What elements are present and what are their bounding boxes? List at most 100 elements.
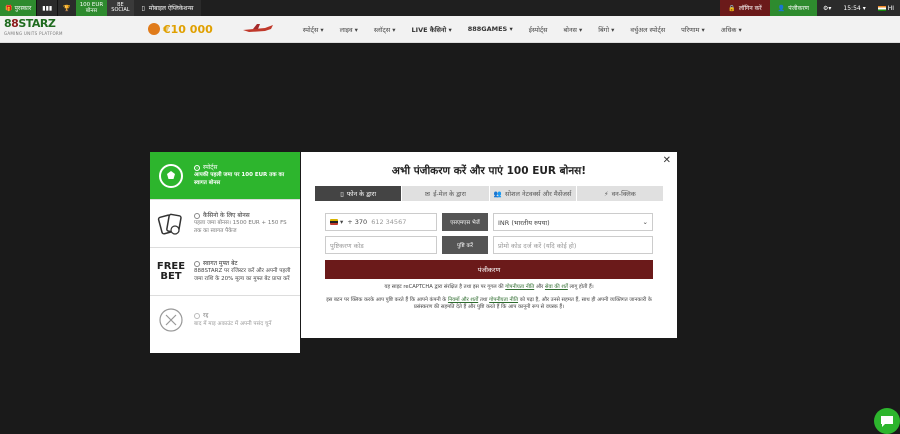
tab-label: फोन के द्वारा: [346, 190, 377, 198]
users-icon: 👥: [493, 189, 503, 198]
user-plus-icon: 👤: [777, 4, 786, 12]
recaptcha-notice: यह साइट reCAPTCHA द्वारा संरक्षित है तथा…: [384, 284, 594, 290]
pumpkin-icon: [148, 23, 160, 35]
radio-freebet[interactable]: [194, 260, 200, 267]
bar-chart-icon: ▮▮▮: [42, 4, 53, 12]
phone-input[interactable]: ▾ + 370 612 34567: [325, 213, 437, 231]
mobile-apps-button[interactable]: ▯ मोबाइल ऐप्लिकेशन्स: [133, 0, 202, 16]
chat-bubble-icon: [881, 416, 893, 427]
promo-code-input[interactable]: प्रोमो कोड दर्ज करें (यदि कोई हो): [493, 236, 653, 254]
confirm-button[interactable]: पुष्टि करें: [442, 236, 488, 254]
language-selector[interactable]: HI: [871, 0, 900, 16]
option-desc: बाद में माइ अकाउंट में अपनी पसंद चुनें: [194, 320, 272, 327]
radio-cancel[interactable]: [194, 312, 200, 319]
lightning-icon: ⚡: [603, 189, 609, 198]
chevron-down-icon: ⌄: [642, 218, 648, 226]
main-nav: 88STARZ GAMING UNITS PLATFORM €10 000 स्…: [0, 16, 900, 43]
soccer-ball-icon: [156, 161, 186, 191]
tab-label: ई-मेल के द्वारा: [433, 190, 466, 198]
airplane-icon[interactable]: [241, 23, 275, 35]
bonus-label: पुरस्कार: [14, 5, 32, 12]
register-button[interactable]: 👤 पंजीकरण: [769, 0, 818, 16]
freebet-line2: BET: [160, 270, 182, 282]
privacy-link-2[interactable]: गोपनीयता नीति: [489, 297, 518, 303]
code-row: पुष्टिकरण कोड पुष्टि करें प्रोमो कोड दर्…: [325, 236, 653, 254]
mobile-phone-icon: ▯: [141, 4, 145, 12]
nav-item[interactable]: स्पोर्ट्स ▾: [295, 25, 332, 34]
nav-item[interactable]: परिणाम ▾: [673, 25, 713, 34]
nav-item[interactable]: वर्चुअल स्पोर्ट्स: [622, 25, 673, 34]
currency-value: INR (भारतीय रुपया): [498, 218, 550, 227]
settings-button[interactable]: ⚙▾: [817, 0, 838, 16]
country-flag-icon: [330, 219, 338, 225]
consent-notice: इस बटन पर क्लिक करके आप पुष्टि करते हैं …: [326, 297, 652, 310]
terms-conditions-link[interactable]: नियमों और शर्तों: [448, 297, 478, 303]
chat-button[interactable]: [874, 408, 900, 434]
trophy-button[interactable]: 🏆: [57, 0, 76, 16]
time-display[interactable]: 15:54 ▾: [837, 0, 872, 16]
site-logo[interactable]: 88STARZ GAMING UNITS PLATFORM: [4, 18, 68, 39]
tab-phone[interactable]: ▯ फोन के द्वारा: [315, 186, 403, 201]
option-title: स्पोर्ट्स: [203, 163, 218, 171]
bonus-option-cancel[interactable]: रद्द बाद में माइ अकाउंट में अपनी पसंद चु…: [150, 296, 300, 344]
flag-icon: [877, 5, 886, 11]
social-line2: SOCIAL: [111, 7, 130, 13]
option-title: रद्द: [203, 312, 209, 319]
nav-item[interactable]: स्लॉट्स ▾: [366, 25, 404, 34]
terms-of-service-link[interactable]: सेवा की शर्तें: [545, 284, 568, 290]
option-desc: आपकी पहली जमा पर 100 EUR तक का स्वागत बो…: [194, 172, 285, 186]
registration-tabs: ▯ फोन के द्वारा ✉ ई-मेल के द्वारा 👥 सोशल…: [315, 186, 663, 201]
social-button[interactable]: BE SOCIAL: [107, 0, 134, 16]
trophy-icon: 🏆: [63, 4, 71, 12]
bonus-option-sports[interactable]: स्पोर्ट्स आपकी पहली जमा पर 100 EUR तक का…: [150, 152, 300, 200]
phone-code: + 370: [347, 218, 368, 226]
login-label: लॉगिन करें: [738, 5, 762, 12]
nav-item[interactable]: बोनस ▾: [556, 25, 591, 34]
chevron-down-icon: ▾: [862, 4, 866, 12]
tab-social[interactable]: 👥 सोशल नेटवर्क्स और मैसेंजर्स: [489, 186, 577, 201]
logo-tagline: GAMING UNITS PLATFORM: [4, 31, 63, 36]
option-desc: पहला जमा बोनस। 1500 EUR + 150 FS तक का स…: [194, 220, 287, 234]
currency-select[interactable]: INR (भारतीय रुपया) ⌄: [493, 213, 653, 231]
lock-icon: 🔒: [728, 4, 736, 12]
money-bonus-button[interactable]: 100 EUR बोनस: [75, 0, 108, 16]
stats-button[interactable]: ▮▮▮: [36, 0, 58, 16]
promo-amount: €10 000: [163, 22, 213, 36]
tab-label: वन-क्लिक: [611, 190, 636, 198]
free-bet-icon: FREE BET: [156, 257, 186, 287]
register-label: पंजीकरण: [788, 5, 810, 12]
register-submit-button[interactable]: पंजीकरण: [325, 260, 653, 279]
send-sms-button[interactable]: एसएमएस भेजें: [442, 213, 488, 231]
language-label: HI: [887, 4, 894, 12]
bonus-button[interactable]: 🎁 पुरस्कार: [0, 0, 37, 16]
option-desc: 888STARZ पर रजिस्टर करें और अपनी पहली जम…: [194, 268, 291, 282]
phone-placeholder: 612 34567: [371, 218, 407, 226]
jackpot-promo[interactable]: €10 000: [148, 23, 213, 36]
option-title: स्वागत मुफ्त बेट: [203, 259, 238, 267]
playing-cards-icon: [156, 209, 186, 239]
confirmation-code-input[interactable]: पुष्टिकरण कोड: [325, 236, 437, 254]
nav-item[interactable]: अधिक ▾: [713, 25, 750, 34]
money-line2: बोनस: [85, 8, 98, 14]
tab-one-click[interactable]: ⚡ वन-क्लिक: [576, 186, 663, 201]
login-button[interactable]: 🔒 लॉगिन करें: [720, 0, 770, 16]
option-title: कैसिनो के लिए बोनस: [203, 211, 250, 219]
phone-icon: ▯: [340, 189, 344, 198]
gift-icon: 🎁: [5, 4, 13, 12]
registration-modal: ✕ अभी पंजीकरण करें और पाएं 100 EUR बोनस!…: [301, 152, 677, 338]
bonus-selector: स्पोर्ट्स आपकी पहली जमा पर 100 EUR तक का…: [150, 152, 300, 353]
top-bar: 🎁 पुरस्कार ▮▮▮ 🏆 100 EUR बोनस BE SOCIAL …: [0, 0, 900, 16]
bonus-option-freebet[interactable]: FREE BET स्वागत मुफ्त बेट 888STARZ पर रजि…: [150, 248, 300, 296]
radio-casino[interactable]: [194, 212, 200, 219]
bonus-option-casino[interactable]: कैसिनो के लिए बोनस पहला जमा बोनस। 1500 E…: [150, 200, 300, 248]
nav-item[interactable]: ईस्पोर्ट्स: [521, 25, 556, 34]
nav-item[interactable]: 888GAMES ▾: [460, 25, 521, 34]
tab-email[interactable]: ✉ ई-मेल के द्वारा: [402, 186, 490, 201]
radio-sports[interactable]: [194, 164, 200, 171]
privacy-policy-link[interactable]: गोपनीयता नीति: [505, 284, 534, 290]
nav-item[interactable]: LIVE कैसिनो ▾: [404, 25, 460, 34]
nav-item[interactable]: लाइव ▾: [332, 25, 366, 34]
nav-item[interactable]: बिंगो ▾: [590, 25, 622, 34]
promo-placeholder: प्रोमो कोड दर्ज करें (यदि कोई हो): [498, 241, 577, 250]
modal-title: अभी पंजीकरण करें और पाएं 100 EUR बोनस!: [391, 165, 587, 177]
